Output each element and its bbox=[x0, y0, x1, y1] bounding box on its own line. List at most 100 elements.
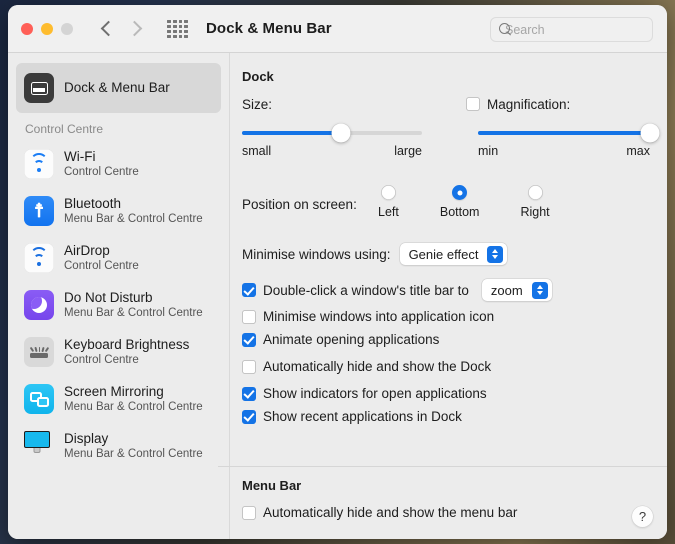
auto-hide-menu-bar-checkbox[interactable] bbox=[242, 505, 256, 520]
sidebar-item-keyboard-brightness[interactable]: Keyboard Brightness Control Centre bbox=[16, 330, 221, 374]
double-click-checkbox[interactable] bbox=[242, 283, 256, 297]
sidebar-item-label: Keyboard Brightness bbox=[64, 336, 190, 352]
section-divider bbox=[218, 466, 667, 467]
option-animate-opening[interactable]: Animate opening applications bbox=[242, 332, 649, 347]
position-option-left[interactable]: Left bbox=[378, 185, 399, 219]
sidebar-group-label: Control Centre bbox=[25, 122, 104, 136]
magnification-label: Magnification: bbox=[487, 96, 571, 112]
sidebar-item-bluetooth[interactable]: ☨ Bluetooth Menu Bar & Control Centre bbox=[16, 189, 221, 233]
close-button[interactable] bbox=[21, 22, 33, 35]
sidebar: Dock & Menu Bar Control Centre Wi-Fi Con… bbox=[8, 53, 230, 539]
radio-right[interactable] bbox=[527, 185, 543, 200]
keyboard-brightness-icon bbox=[24, 337, 54, 367]
option-double-click-title-bar[interactable]: Double-click a window's title bar to zoo… bbox=[242, 279, 649, 301]
position-option-bottom[interactable]: Bottom bbox=[439, 185, 480, 219]
auto-hide-menu-bar-label: Automatically hide and show the menu bar bbox=[263, 505, 518, 520]
menu-bar-section-title: Menu Bar bbox=[242, 478, 302, 493]
minimise-into-icon-checkbox[interactable] bbox=[242, 309, 256, 324]
sidebar-item-sublabel: Control Centre bbox=[64, 353, 139, 366]
back-chevron-icon[interactable] bbox=[99, 18, 115, 40]
do-not-disturb-icon bbox=[24, 290, 54, 320]
wifi-icon bbox=[24, 149, 54, 179]
forward-chevron-icon[interactable] bbox=[127, 18, 143, 40]
option-auto-hide-menu-bar[interactable]: Automatically hide and show the menu bar bbox=[242, 505, 517, 520]
sidebar-item-sublabel: Menu Bar & Control Centre bbox=[64, 400, 203, 413]
animate-opening-label: Animate opening applications bbox=[263, 332, 440, 347]
main-panel: Dock Size: Magnification: small large mi… bbox=[218, 53, 667, 539]
minimise-button[interactable] bbox=[41, 22, 53, 35]
option-minimise-into-icon[interactable]: Minimise windows into application icon bbox=[242, 309, 649, 324]
show-indicators-checkbox[interactable] bbox=[242, 386, 256, 401]
option-show-recent-apps[interactable]: Show recent applications in Dock bbox=[242, 409, 649, 424]
sidebar-item-screen-mirroring[interactable]: Screen Mirroring Menu Bar & Control Cent… bbox=[16, 377, 221, 421]
show-indicators-label: Show indicators for open applications bbox=[263, 386, 487, 401]
sidebar-item-sublabel: Menu Bar & Control Centre bbox=[64, 306, 203, 319]
display-icon bbox=[24, 431, 54, 461]
sidebar-item-label: Wi-Fi bbox=[64, 148, 96, 164]
minimise-effect-value: Genie effect bbox=[408, 246, 479, 262]
double-click-action-value: zoom bbox=[490, 282, 523, 298]
magnification-slider[interactable]: min max bbox=[478, 123, 660, 158]
system-preferences-window: Dock & Menu Bar Dock & Menu Bar Control … bbox=[8, 5, 667, 539]
zoom-button[interactable] bbox=[61, 22, 73, 35]
help-button-label: ? bbox=[638, 509, 647, 524]
position-bottom-label: Bottom bbox=[439, 205, 480, 219]
radio-left[interactable] bbox=[380, 185, 396, 200]
navigation-buttons bbox=[99, 18, 143, 40]
sidebar-item-label: AirDrop bbox=[64, 242, 110, 258]
double-click-label: Double-click a window's title bar to bbox=[263, 282, 469, 298]
dock-size-min-label: small bbox=[242, 144, 272, 158]
show-all-grid-icon[interactable] bbox=[167, 19, 188, 38]
screen-mirroring-icon bbox=[24, 384, 54, 414]
position-on-screen-label: Position on screen: bbox=[242, 197, 357, 212]
sidebar-item-dock-menu-bar[interactable]: Dock & Menu Bar bbox=[16, 63, 221, 113]
chevron-updown-icon bbox=[531, 281, 548, 299]
option-auto-hide-dock[interactable]: Automatically hide and show the Dock bbox=[242, 359, 649, 374]
sidebar-item-airdrop[interactable]: AirDrop Control Centre bbox=[16, 236, 221, 280]
sidebar-item-label: Dock & Menu Bar bbox=[64, 80, 170, 96]
window-titlebar: Dock & Menu Bar bbox=[8, 5, 667, 53]
dock-section-title: Dock bbox=[242, 69, 274, 84]
auto-hide-dock-label: Automatically hide and show the Dock bbox=[263, 359, 492, 374]
magnification-max-label: max bbox=[626, 144, 650, 158]
minimise-effect-popup[interactable]: Genie effect bbox=[399, 243, 508, 265]
show-recent-apps-checkbox[interactable] bbox=[242, 409, 256, 424]
sidebar-item-label: Do Not Disturb bbox=[64, 289, 153, 305]
sidebar-item-do-not-disturb[interactable]: Do Not Disturb Menu Bar & Control Centre bbox=[16, 283, 221, 327]
sidebar-item-sublabel: Menu Bar & Control Centre bbox=[64, 447, 203, 460]
sidebar-item-sublabel: Menu Bar & Control Centre bbox=[64, 212, 203, 225]
position-left-label: Left bbox=[378, 205, 399, 219]
sidebar-item-wi-fi[interactable]: Wi-Fi Control Centre bbox=[16, 142, 221, 186]
position-option-right[interactable]: Right bbox=[520, 185, 550, 219]
minimise-into-icon-label: Minimise windows into application icon bbox=[263, 309, 495, 324]
sidebar-item-sublabel: Control Centre bbox=[64, 165, 139, 178]
sidebar-item-label: Bluetooth bbox=[64, 195, 122, 211]
minimise-effect-label: Minimise windows using: bbox=[242, 246, 391, 262]
sidebar-item-sublabel: Control Centre bbox=[64, 259, 139, 272]
traffic-lights bbox=[21, 22, 73, 35]
magnification-checkbox[interactable] bbox=[466, 97, 480, 111]
window-title: Dock & Menu Bar bbox=[206, 20, 332, 37]
option-show-indicators[interactable]: Show indicators for open applications bbox=[242, 386, 649, 401]
dock-sliders: small large min max bbox=[242, 121, 660, 183]
radio-bottom[interactable] bbox=[452, 185, 468, 200]
dock-size-max-label: large bbox=[394, 144, 422, 158]
animate-opening-checkbox[interactable] bbox=[242, 332, 256, 347]
sidebar-item-label: Screen Mirroring bbox=[64, 383, 164, 399]
airdrop-icon bbox=[24, 243, 54, 273]
double-click-action-popup[interactable]: zoom bbox=[481, 279, 552, 301]
sidebar-item-label: Display bbox=[64, 430, 109, 446]
dock-size-label: Size: bbox=[242, 96, 273, 112]
show-recent-apps-label: Show recent applications in Dock bbox=[263, 409, 462, 424]
search-field[interactable] bbox=[490, 17, 666, 42]
dock-size-slider[interactable]: small large bbox=[242, 123, 422, 158]
search-input[interactable] bbox=[505, 22, 666, 37]
menu-bar-section: Menu Bar Automatically hide and show the… bbox=[242, 478, 517, 526]
help-button[interactable]: ? bbox=[632, 506, 653, 527]
dock-options-list: Double-click a window's title bar to zoo… bbox=[242, 279, 649, 424]
sidebar-item-display[interactable]: Display Menu Bar & Control Centre bbox=[16, 424, 221, 468]
chevron-updown-icon bbox=[487, 245, 504, 263]
magnification-min-label: min bbox=[478, 144, 499, 158]
bluetooth-icon: ☨ bbox=[24, 196, 54, 226]
auto-hide-dock-checkbox[interactable] bbox=[242, 359, 256, 374]
